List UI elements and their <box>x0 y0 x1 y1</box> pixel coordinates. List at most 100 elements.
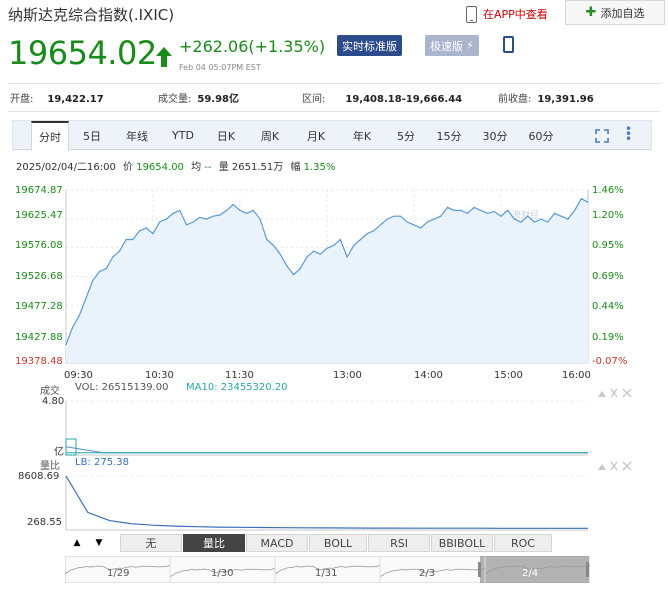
volume-ratio-chart[interactable] <box>0 468 668 534</box>
tab-weekly-k[interactable]: 周K <box>253 121 287 150</box>
volume-chart[interactable] <box>0 393 668 457</box>
indicator-boll-button[interactable]: BOLL <box>309 534 367 552</box>
price-point <box>112 256 114 258</box>
indicator-roc-button[interactable]: ROC <box>494 534 552 552</box>
tab-30min[interactable]: 30分 <box>477 121 513 150</box>
price-point <box>306 256 308 258</box>
volume-series-vol <box>65 446 588 454</box>
x-tick: 16:00 <box>562 370 591 381</box>
crosshair-info: 2025/02/04/二16:00 价 19654.00 均 -- 量 2651… <box>16 158 335 173</box>
tab-daily-k[interactable]: 日K <box>209 121 243 150</box>
tab-monthly-k[interactable]: 月K <box>299 121 333 150</box>
x-tick: 09:30 <box>64 370 93 381</box>
fullscreen-icon[interactable] <box>595 129 609 143</box>
add-watchlist-button[interactable]: ✚ 添加自选 <box>565 0 665 25</box>
price-point <box>252 209 254 211</box>
stat-label: 前收盘: <box>498 94 532 105</box>
price-point <box>85 297 87 299</box>
mobile-icon[interactable] <box>503 36 514 53</box>
price-change: +262.06(+1.35%) <box>179 37 326 56</box>
more-menu-icon[interactable]: • • • <box>625 123 632 145</box>
info-avg: -- <box>204 162 212 173</box>
y-tick-left: 19674.87 <box>15 185 63 196</box>
vol-readout: VOL: 26515139.00 <box>75 382 169 393</box>
price-point <box>105 268 107 270</box>
price-point <box>199 216 201 218</box>
price-point <box>446 206 449 208</box>
price-point <box>533 221 536 223</box>
price-point <box>406 221 408 223</box>
realtime-standard-badge[interactable]: 实时标准版 <box>337 35 402 56</box>
price-point <box>493 210 495 213</box>
tab-year-line[interactable]: 年线 <box>117 121 157 150</box>
indicator-none-button[interactable]: 无 <box>120 534 182 552</box>
price-point <box>547 221 549 223</box>
stat-label: 区间: <box>302 94 326 105</box>
info-amplitude-label: 幅 <box>290 162 301 173</box>
price-point <box>172 212 174 214</box>
lb-readout: LB: 275.38 <box>75 457 129 468</box>
current-price: 19654.02 <box>8 34 157 72</box>
x-tick: 13:00 <box>333 370 362 381</box>
divider <box>8 111 660 112</box>
price-point <box>145 227 147 229</box>
price-point <box>466 212 469 214</box>
pane-close-icon <box>622 388 632 398</box>
price-point <box>98 271 101 273</box>
tab-60min[interactable]: 60分 <box>523 121 559 150</box>
price-point <box>393 215 395 217</box>
indicator-rsi-button[interactable]: RSI <box>368 534 430 552</box>
price-point <box>159 221 161 223</box>
price-point <box>65 344 67 346</box>
lb-pane-controls <box>597 457 632 471</box>
indicator-bbiboll-button[interactable]: BBIBOLL <box>431 534 493 552</box>
y-tick-right: 0.69% <box>592 271 624 282</box>
tab-ytd[interactable]: YTD <box>165 121 201 150</box>
lightning-icon: ⚡ <box>466 39 474 52</box>
price-point <box>279 253 281 255</box>
stock-quote-page: 纳斯达克综合指数(.IXIC) 在APP中查看 ✚ 添加自选 19654.02 … <box>0 0 668 595</box>
info-volume-label: 量 <box>218 162 229 173</box>
price-point <box>299 268 301 270</box>
price-point <box>125 238 127 241</box>
tab-yearly-k[interactable]: 年K <box>345 121 379 150</box>
price-point <box>520 221 522 223</box>
pane-collapse-icon <box>598 464 606 470</box>
tab-15min[interactable]: 15分 <box>431 121 467 150</box>
indicator-lb-button[interactable]: 量比 <box>183 534 245 552</box>
ma10-readout: MA10: 23455320.20 <box>186 382 288 393</box>
price-point <box>118 250 121 252</box>
x-tick: 14:00 <box>414 370 443 381</box>
add-watchlist-label: 添加自选 <box>600 6 645 20</box>
scroll-up-button[interactable]: ▲ <box>66 534 88 552</box>
price-point <box>326 247 328 249</box>
tab-5day[interactable]: 5日 <box>77 121 107 150</box>
y-tick-right: -0.07% <box>592 356 628 367</box>
price-point <box>400 215 402 217</box>
price-point <box>246 212 248 214</box>
price-point <box>567 218 569 220</box>
price-point <box>292 274 295 276</box>
price-point <box>139 230 141 232</box>
intraday-price-chart[interactable]: 新浪财经 <box>0 180 668 395</box>
x-tick: 10:30 <box>145 370 174 381</box>
tab-intraday[interactable]: 分时 <box>31 121 69 151</box>
price-timestamp: Feb 04 05:07PM EST <box>179 63 261 72</box>
price-point <box>426 221 428 223</box>
price-point <box>527 215 529 217</box>
period-tabbar: 分时 5日 年线 YTD 日K 周K 月K 年K 5分 15分 30分 60分 … <box>12 120 652 151</box>
indicator-macd-button[interactable]: MACD <box>246 534 308 552</box>
tab-5min[interactable]: 5分 <box>391 121 421 150</box>
volume-pane-controls <box>597 384 632 398</box>
fast-version-badge[interactable]: 极速版 ⚡ <box>425 35 479 56</box>
price-area <box>66 198 588 363</box>
open-in-app-link[interactable]: 在APP中查看 <box>466 4 548 24</box>
price-point <box>152 233 154 235</box>
timeline-day: 2/3 <box>419 568 436 579</box>
price-point <box>226 209 228 211</box>
scroll-down-button[interactable]: ▼ <box>88 534 110 552</box>
price-point <box>78 314 80 316</box>
price-point <box>219 214 221 216</box>
price-point <box>500 215 502 217</box>
lb-line <box>65 475 588 529</box>
